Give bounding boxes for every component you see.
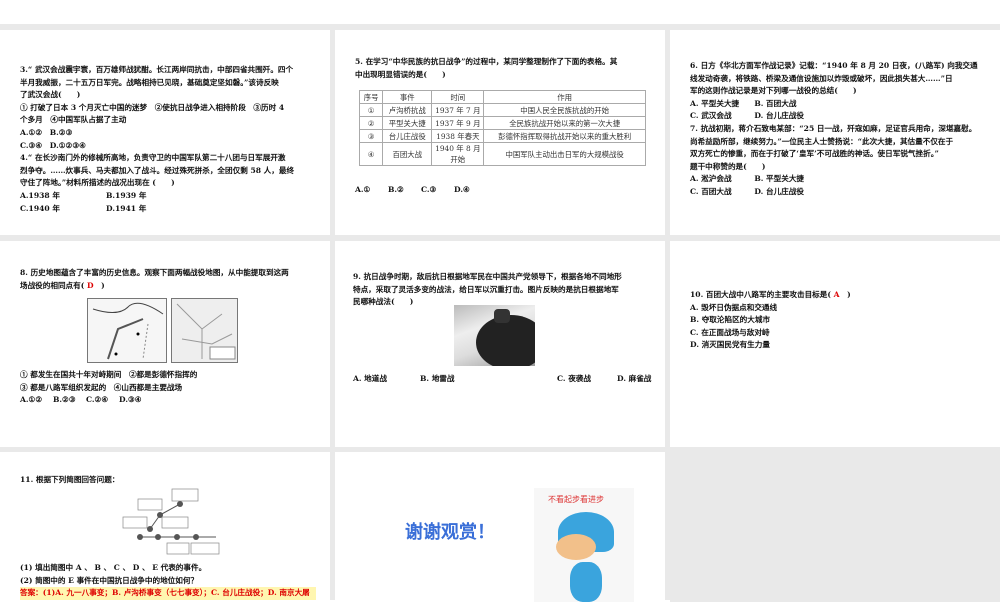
- toolbar-area: [0, 0, 1000, 24]
- slide-question: 9. 抗日战争时期，敌后抗日根据地军民在中国共产党领导下，根据各地不同地形 特点，…: [353, 272, 622, 307]
- cartoon-caption: 不看起步看进步: [548, 495, 604, 504]
- slide-statements: ① 都发生在国共十年对峙期间 ②都是彭德怀指挥的 ③ 都是八路军组织发起的 ④山西…: [20, 370, 198, 405]
- battle-map-1: [87, 298, 167, 363]
- slide-thumbnail-3[interactable]: 6. 日方《华北方面军作战记录》记载：“1940 年 8 月 20 日夜，(八路…: [670, 30, 1000, 235]
- slide-thumbnail-1[interactable]: 3.“ 武汉会战震宇寰，百万雄师战犹酣。长江两岸同抗击，中部四省共围歼。四个 半月…: [0, 30, 330, 235]
- landmine-photo: [454, 305, 535, 366]
- table-header: 序号 事件 时间 作用: [358, 90, 646, 104]
- slide-options: A.① B.② C.③ D.④: [355, 185, 470, 194]
- table-row: ④ 百团大战 1940 年 8 月开始 中国军队主动出击日军的大规模战役: [358, 142, 646, 166]
- timeline-diagram: [122, 488, 220, 555]
- slide-thumbnail-8[interactable]: 谢谢观赏！ 不看起步看进步: [335, 452, 665, 602]
- cartoon-image: 不看起步看进步: [534, 488, 634, 602]
- slide-thumbnail-2[interactable]: 5. 在学习“中华民族的抗日战争”的过程中，某同学整理制作了下面的表格。其 中出现…: [335, 30, 665, 235]
- slide-thumbnail-6[interactable]: 10. 百团大战中八路军的主要攻击目标是( A ) A. 毁坏日伪据点和交通线 B…: [670, 241, 1000, 447]
- slide-options: A. 地道战 B. 地雷战 C. 夜袭战 D. 麻雀战: [353, 374, 652, 383]
- empty-cell: [670, 452, 1000, 602]
- events-table: 序号 事件 时间 作用 ① 卢沟桥抗战 1937 年 7 月中国人民全民族抗战的开始 ②平…: [358, 90, 646, 166]
- slide-question: 8. 历史地图蕴含了丰富的历史信息。观察下面两幅战役地图，从中能提取到这两 场战役…: [20, 268, 289, 290]
- slide-text: 3.“ 武汉会战震宇寰，百万雄师战犹酣。长江两岸同抗击，中部四省共围歼。四个 半月…: [20, 65, 295, 213]
- slide-question: 11. 根据下列简图回答问题：: [20, 475, 120, 484]
- slide-thumbnail-7[interactable]: 11. 根据下列简图回答问题： (1) 填出简图中 A 、 B 、 C 、 D …: [0, 452, 330, 602]
- slide-text: 6. 日方《华北方面军作战记录》记载：“1940 年 8 月 20 日夜，(八路…: [690, 61, 978, 196]
- slide-subquestions: (1) 填出简图中 A 、 B 、 C 、 D 、 E 代表的事件。 (2) 简图…: [20, 562, 330, 600]
- slide-question: 5. 在学习“中华民族的抗日战争”的过程中，某同学整理制作了下面的表格。其 中出现…: [355, 57, 618, 79]
- thanks-text: 谢谢观赏！: [405, 522, 495, 543]
- table-row: ③ 台儿庄战役 1938 年春天 彭德怀指挥取得抗战开始以来的重大胜利: [358, 129, 646, 143]
- battle-map-2: [171, 298, 238, 363]
- table-row: ① 卢沟桥抗战 1937 年 7 月中国人民全民族抗战的开始: [358, 103, 646, 117]
- slide-thumbnail-4[interactable]: 8. 历史地图蕴含了丰富的历史信息。观察下面两幅战役地图，从中能提取到这两 场战役…: [0, 241, 330, 447]
- answer-text: 答案：(1)A. 九一八事变；B. 卢沟桥事变（七七事变）；C. 台儿庄战役；D…: [20, 587, 316, 600]
- slide-thumbnail-5[interactable]: 9. 抗日战争时期，敌后抗日根据地军民在中国共产党领导下，根据各地不同地形 特点，…: [335, 241, 665, 447]
- table-row: ② 平型关大捷 1937 年 9 月全民族抗战开始以来的第一次大捷: [358, 116, 646, 130]
- slide-sorter-grid: 3.“ 武汉会战震宇寰，百万雄师战犹酣。长江两岸同抗击，中部四省共围歼。四个 半月…: [0, 24, 1000, 602]
- slide-text: 10. 百团大战中八路军的主要攻击目标是( A ) A. 毁坏日伪据点和交通线 B…: [690, 290, 851, 350]
